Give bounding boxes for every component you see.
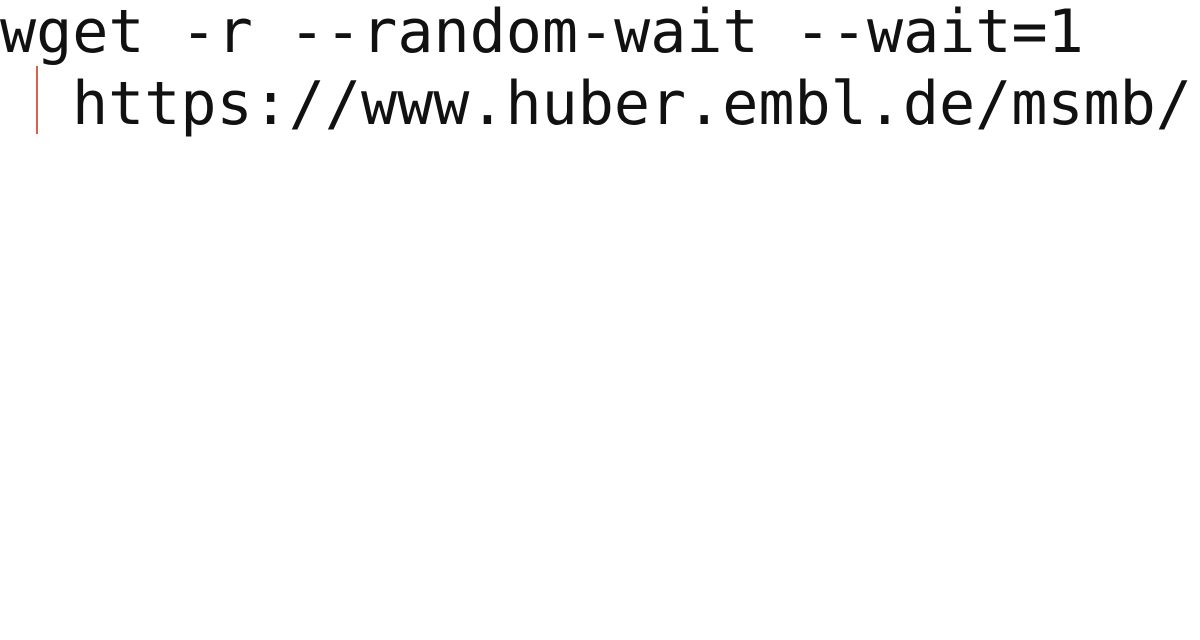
- command-line: wget -r --random-wait --wait=1: [0, 0, 1084, 67]
- line-continuation-marker: [36, 66, 38, 134]
- code-block: wget -r --random-wait --wait=1 https://w…: [0, 0, 1200, 640]
- url-line: https://www.huber.embl.de/msmb/: [72, 69, 1192, 139]
